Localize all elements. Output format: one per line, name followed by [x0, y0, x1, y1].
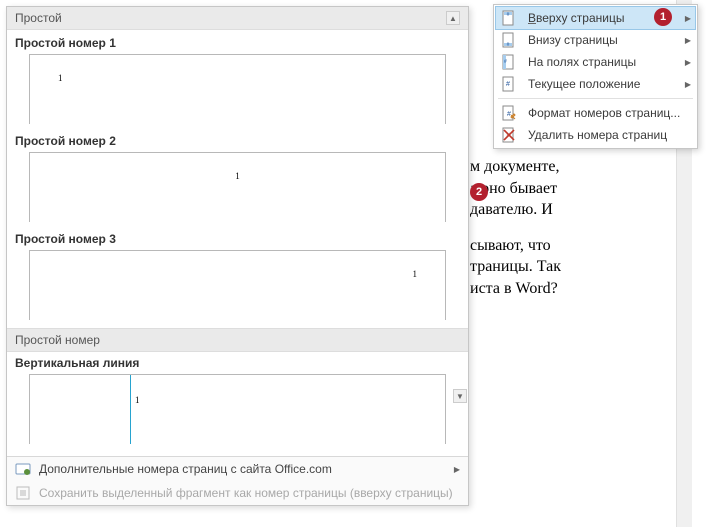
- document-body-text: м документе, а оно бывает давателю. И сы…: [470, 156, 630, 314]
- format-icon: #: [500, 105, 518, 121]
- gallery-section-header: Простой ▲: [7, 7, 468, 30]
- page-number-sample: 1: [58, 73, 63, 83]
- remove-icon: #: [500, 127, 518, 143]
- scroll-up-button[interactable]: ▲: [446, 11, 460, 25]
- annotation-badge-1: 1: [654, 8, 672, 26]
- doc-line: сывают, что: [470, 237, 551, 254]
- menu-label: Удалить номера страниц: [528, 128, 691, 142]
- menu-item-format-numbers[interactable]: # Формат номеров страниц...: [496, 102, 695, 124]
- menu-separator: [498, 98, 693, 99]
- menu-label: На полях страницы: [528, 55, 675, 69]
- page-number-menu: # Вверху страницы ▶ # Внизу страницы ▶ #…: [493, 4, 698, 149]
- doc-line: иста в Word?: [470, 280, 558, 297]
- svg-text:#: #: [507, 12, 510, 18]
- chevron-right-icon: ▶: [685, 36, 691, 45]
- menu-item-current-position[interactable]: # Текущее положение ▶: [496, 73, 695, 95]
- doc-line: давателю. И: [470, 201, 553, 218]
- page-number-sample: 1: [413, 269, 418, 279]
- chevron-right-icon: ▶: [685, 58, 691, 67]
- footer-label: Сохранить выделенный фрагмент как номер …: [39, 486, 453, 500]
- scroll-down-button[interactable]: ▼: [453, 389, 467, 403]
- gallery-body: Простой номер 1 1 Простой номер 2 1 Прос…: [7, 30, 468, 456]
- svg-text:#: #: [506, 81, 510, 88]
- save-selection-button: Сохранить выделенный фрагмент как номер …: [7, 481, 468, 505]
- page-bottom-icon: #: [500, 32, 518, 48]
- gallery-item-simple-3[interactable]: 1: [29, 250, 446, 320]
- gallery-item-label: Простой номер 1: [7, 32, 468, 54]
- doc-line: траницы. Так: [470, 258, 561, 275]
- menu-label: Внизу страницы: [528, 33, 675, 47]
- gallery-item-label: Вертикальная линия: [7, 352, 468, 374]
- gallery-header-label: Простой: [15, 11, 62, 25]
- footer-label: Дополнительные номера страниц с сайта Of…: [39, 462, 332, 476]
- chevron-right-icon: ▶: [685, 80, 691, 89]
- save-fragment-icon: [15, 485, 31, 501]
- current-position-icon: #: [500, 76, 518, 92]
- svg-text:#: #: [504, 59, 507, 65]
- more-from-office-button[interactable]: Дополнительные номера страниц с сайта Of…: [7, 457, 468, 481]
- gallery-item-vertical-line[interactable]: 1: [29, 374, 446, 444]
- svg-text:#: #: [507, 42, 510, 48]
- chevron-right-icon: ▶: [454, 465, 460, 474]
- chevron-right-icon: ▶: [685, 14, 691, 23]
- doc-line: м документе,: [470, 158, 559, 175]
- annotation-badge-2: 2: [470, 183, 488, 201]
- page-number-gallery: Простой ▲ Простой номер 1 1 Простой номе…: [6, 6, 469, 506]
- page-top-icon: #: [500, 10, 518, 26]
- menu-label: Формат номеров страниц...: [528, 106, 691, 120]
- menu-item-bottom-of-page[interactable]: # Внизу страницы ▶: [496, 29, 695, 51]
- page-margin-icon: #: [500, 54, 518, 70]
- menu-label: Текущее положение: [528, 77, 675, 91]
- page-number-sample: 1: [135, 395, 140, 405]
- office-web-icon: [15, 461, 31, 477]
- page-number-sample: 1: [235, 171, 240, 181]
- gallery-item-simple-2[interactable]: 1: [29, 152, 446, 222]
- gallery-item-simple-1[interactable]: 1: [29, 54, 446, 124]
- gallery-section-header-2: Простой номер: [7, 328, 468, 352]
- gallery-item-label: Простой номер 2: [7, 130, 468, 152]
- menu-item-remove-numbers[interactable]: # Удалить номера страниц: [496, 124, 695, 146]
- gallery-footer: Дополнительные номера страниц с сайта Of…: [7, 456, 468, 505]
- gallery-item-label: Простой номер 3: [7, 228, 468, 250]
- menu-item-page-margins[interactable]: # На полях страницы ▶: [496, 51, 695, 73]
- menu-label: Вверху страницы: [528, 11, 675, 25]
